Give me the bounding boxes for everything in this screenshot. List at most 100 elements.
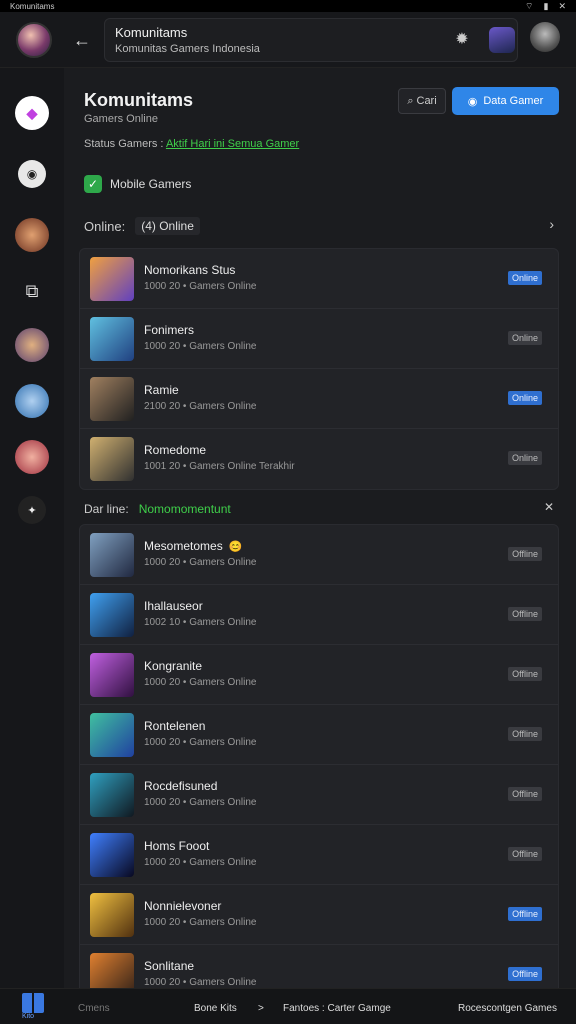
logo-label: Kito bbox=[22, 1013, 35, 1020]
member-meta: 1000 20 • Gamers Online bbox=[144, 917, 257, 928]
gear-icon[interactable]: ✹ bbox=[451, 29, 473, 51]
member-name: Nonnielevoner bbox=[144, 899, 222, 913]
mobile-gamers-toggle[interactable]: ✓ Mobile Gamers bbox=[84, 175, 191, 193]
status-badge: Offline bbox=[508, 667, 542, 681]
close-icon[interactable]: ✕ bbox=[558, 1, 566, 12]
app-header: ← Komunitams Komunitas Gamers Indonesia … bbox=[0, 12, 576, 68]
data-gamer-label: Data Gamer bbox=[483, 95, 544, 107]
bottom-item[interactable]: Fantoes : Carter Gamge bbox=[283, 1003, 391, 1014]
list-item[interactable]: Kongranite 1000 20 • Gamers Online Offline bbox=[80, 645, 558, 705]
list-item[interactable]: Ihallauseor 1002 10 • Gamers Online Offlin… bbox=[80, 585, 558, 645]
game-thumbnail bbox=[90, 833, 134, 877]
member-meta: 1000 20 • Gamers Online bbox=[144, 341, 257, 352]
member-name: Ramie bbox=[144, 383, 179, 397]
bottom-bar: Kito Cmens Bone Kits > Fantoes : Carter … bbox=[0, 988, 576, 1024]
checkbox-label: Mobile Gamers bbox=[110, 177, 192, 191]
status-badge: Offline bbox=[508, 847, 542, 861]
avatar[interactable] bbox=[489, 27, 515, 53]
offline-label: Dar line: bbox=[84, 502, 129, 516]
list-item[interactable]: Ramie 2100 20 • Gamers Online Online bbox=[80, 369, 558, 429]
game-thumbnail bbox=[90, 653, 134, 697]
status-badge: Online bbox=[507, 451, 542, 465]
member-meta: 1000 20 • Gamers Online bbox=[144, 857, 257, 868]
status-badge: Offline bbox=[508, 607, 542, 621]
battery-icon: ▮ bbox=[543, 0, 549, 11]
expand-icon[interactable]: ✕ bbox=[544, 500, 554, 514]
member-meta: 1000 20 • Gamers Online bbox=[144, 281, 257, 292]
game-thumbnail bbox=[90, 893, 134, 937]
game-thumbnail bbox=[90, 437, 134, 481]
search-button-label: Cari bbox=[416, 95, 437, 107]
list-item[interactable]: Homs Fooot 1000 20 • Gamers Online Offline bbox=[80, 825, 558, 885]
game-thumbnail bbox=[90, 317, 134, 361]
member-name: Nomorikans Stus bbox=[144, 263, 236, 277]
puzzle-icon[interactable]: ⧉ bbox=[15, 274, 49, 308]
status-badge: Offline bbox=[508, 547, 542, 561]
offline-status: Nomomomentunt bbox=[138, 502, 231, 516]
list-item[interactable]: Romedome 1001 20 • Gamers Online Terakhir… bbox=[80, 429, 558, 489]
online-section-header: Online: (4) Online bbox=[84, 217, 200, 235]
check-icon[interactable]: ✓ bbox=[84, 175, 102, 193]
header-title-box[interactable]: Komunitams Komunitas Gamers Indonesia ✹ bbox=[104, 18, 518, 62]
member-meta: 1000 20 • Gamers Online bbox=[144, 797, 257, 808]
user-avatar[interactable] bbox=[16, 22, 52, 58]
status-badge: Online bbox=[507, 331, 542, 345]
server-icon-community[interactable]: ◆ bbox=[15, 96, 49, 130]
status-filter: Status Gamers : Aktif Hari ini Semua Gam… bbox=[84, 138, 299, 150]
status-app-name: Komunitams bbox=[10, 1, 55, 11]
list-item[interactable]: Nonnielevoner 1000 20 • Gamers Online Offl… bbox=[80, 885, 558, 945]
chevron-right-icon[interactable]: › bbox=[549, 216, 554, 232]
app-logo[interactable] bbox=[22, 993, 44, 1013]
status-bar: Komunitams ⌔ ▮ ✕ bbox=[0, 0, 576, 12]
game-thumbnail bbox=[90, 257, 134, 301]
status-badge: Offline bbox=[508, 967, 542, 981]
member-meta: 1001 20 • Gamers Online Terakhir bbox=[144, 461, 295, 472]
member-name: Rontelenen bbox=[144, 719, 206, 733]
member-name: Homs Fooot bbox=[144, 839, 210, 853]
game-thumbnail bbox=[90, 377, 134, 421]
list-item[interactable]: Fonimers 1000 20 • Gamers Online Online bbox=[80, 309, 558, 369]
member-meta: 1000 20 • Gamers Online bbox=[144, 737, 257, 748]
filter-value-link[interactable]: Aktif Hari ini Semua Gamer bbox=[166, 138, 299, 150]
server-avatar[interactable] bbox=[15, 218, 49, 252]
game-thumbnail bbox=[90, 773, 134, 817]
status-badge: Offline bbox=[508, 787, 542, 801]
status-badge: Online bbox=[507, 271, 542, 285]
member-name: Sonlitane bbox=[144, 959, 195, 973]
server-avatar[interactable] bbox=[15, 384, 49, 418]
shield-icon: ◉ bbox=[467, 95, 478, 108]
member-name: Kongranite bbox=[144, 659, 203, 673]
server-icon-dark[interactable]: ✦ bbox=[18, 496, 46, 524]
server-avatar[interactable] bbox=[15, 328, 49, 362]
header-title: Komunitams bbox=[115, 25, 188, 40]
server-avatar[interactable] bbox=[15, 440, 49, 474]
online-count: (4) Online bbox=[135, 217, 200, 235]
member-name: Romedome bbox=[144, 443, 207, 457]
member-name: Fonimers bbox=[144, 323, 195, 337]
emoji-icon: 😊 bbox=[228, 541, 243, 553]
header-subtitle: Komunitas Gamers Indonesia bbox=[115, 43, 260, 55]
avatar[interactable] bbox=[530, 22, 560, 52]
status-badge: Offline bbox=[508, 907, 542, 921]
chevron-right-icon: > bbox=[258, 1003, 264, 1014]
bottom-item[interactable]: Bone Kits bbox=[194, 1003, 237, 1014]
page-title: Komunitams bbox=[84, 90, 194, 110]
discord-icon[interactable]: ◉ bbox=[18, 160, 46, 188]
search-icon: ⌕ bbox=[407, 94, 414, 107]
list-item[interactable]: Rontelenen 1000 20 • Gamers Online Offline bbox=[80, 705, 558, 765]
bottom-item[interactable]: Cmens bbox=[78, 1003, 110, 1014]
community-panel: Komunitams Gamers Online ⌕ Cari ◉ Data G… bbox=[64, 68, 576, 1006]
bottom-item[interactable]: Rocescontgen Games bbox=[458, 1003, 557, 1014]
member-name: Rocdefisuned bbox=[144, 779, 218, 793]
arrow-left-icon[interactable]: ← bbox=[68, 26, 96, 54]
filter-label: Status Gamers : bbox=[84, 138, 164, 150]
list-item[interactable]: Nomorikans Stus 1000 20 • Gamers Online On… bbox=[80, 249, 558, 309]
member-meta: 2100 20 • Gamers Online bbox=[144, 401, 257, 412]
list-item[interactable]: Rocdefisuned 1000 20 • Gamers Online Offli… bbox=[80, 765, 558, 825]
wifi-icon: ⌔ bbox=[525, 0, 534, 11]
list-item[interactable]: Mesometomes 😊 1000 20 • Gamers Online Offli… bbox=[80, 525, 558, 585]
online-label: Online: bbox=[84, 218, 126, 234]
search-button[interactable]: ⌕ Cari bbox=[398, 88, 446, 114]
member-meta: 1000 20 • Gamers Online bbox=[144, 977, 257, 988]
data-gamer-button[interactable]: ◉ Data Gamer bbox=[452, 87, 559, 115]
